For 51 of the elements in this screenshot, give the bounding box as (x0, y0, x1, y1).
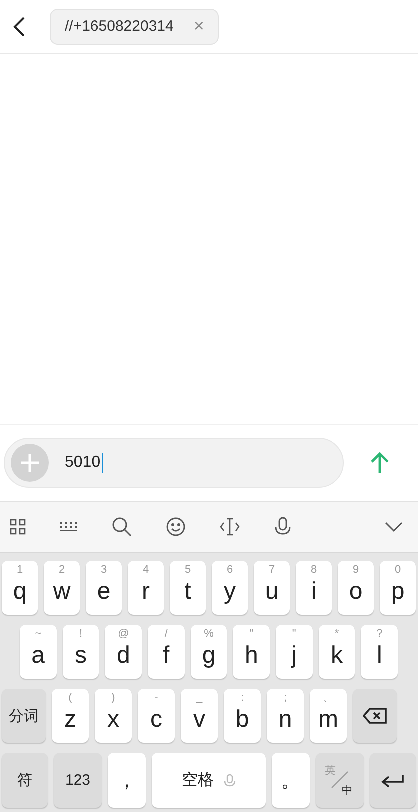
letter-key[interactable]: 7 u (254, 561, 290, 615)
send-icon[interactable] (370, 452, 390, 474)
backspace-icon (363, 708, 387, 724)
letter-key[interactable]: ? l (361, 625, 398, 679)
enter-icon (381, 774, 405, 788)
language-switch-key[interactable]: 英 中 (316, 753, 364, 808)
letter-key[interactable]: 8 i (296, 561, 332, 615)
function-key[interactable]: 分词 (2, 689, 46, 743)
letter-key[interactable]: ; n (267, 689, 304, 743)
collapse-icon[interactable] (384, 521, 404, 533)
text-cursor (102, 453, 104, 473)
punctuation-key[interactable]: 。 (272, 753, 310, 808)
letter-key[interactable]: ~ a (20, 625, 57, 679)
letter-key[interactable]: 5 t (170, 561, 206, 615)
letter-key[interactable]: " j (276, 625, 313, 679)
letter-key[interactable]: @ d (105, 625, 142, 679)
letter-key[interactable]: " h (233, 625, 270, 679)
letter-key[interactable]: 、 m (310, 689, 347, 743)
letter-key[interactable]: 6 y (212, 561, 248, 615)
message-field[interactable]: 5010 (4, 438, 344, 488)
letter-key[interactable]: _ v (181, 689, 218, 743)
letter-key[interactable]: * k (318, 625, 356, 679)
microphone-icon[interactable] (274, 517, 292, 537)
letter-key[interactable]: ) x (95, 689, 132, 743)
phone-number: //+16508220314 (65, 18, 174, 35)
letter-key[interactable]: % g (190, 625, 228, 679)
function-key[interactable]: 123 (54, 753, 102, 808)
function-key[interactable]: 符 (2, 753, 48, 808)
letter-key[interactable]: - c (138, 689, 175, 743)
letter-key[interactable]: ( z (52, 689, 89, 743)
letter-key[interactable]: ! s (62, 625, 100, 679)
backspace-key[interactable] (353, 689, 397, 743)
letter-key[interactable]: 4 r (128, 561, 164, 615)
letter-key[interactable]: / f (148, 625, 185, 679)
space-key[interactable]: 空格 (152, 753, 266, 808)
letter-key[interactable]: 9 o (338, 561, 374, 615)
search-icon[interactable] (112, 517, 132, 537)
keyboard-icon[interactable] (60, 522, 78, 532)
punctuation-key[interactable]: ， (108, 753, 146, 808)
back-icon[interactable] (12, 16, 26, 38)
recipient-chip[interactable]: //+16508220314 × (50, 8, 220, 44)
letter-key[interactable]: 0 p (380, 561, 416, 615)
smiley-icon[interactable] (166, 517, 186, 537)
letter-key[interactable]: 2 w (44, 561, 80, 615)
letter-key[interactable]: 3 e (86, 561, 122, 615)
cursor-icon[interactable] (220, 518, 240, 536)
grid-icon[interactable] (10, 519, 26, 535)
letter-key[interactable]: 1 q (2, 561, 38, 615)
microphone-icon (224, 774, 236, 788)
letter-key[interactable]: : b (224, 689, 261, 743)
enter-key[interactable] (370, 753, 416, 808)
